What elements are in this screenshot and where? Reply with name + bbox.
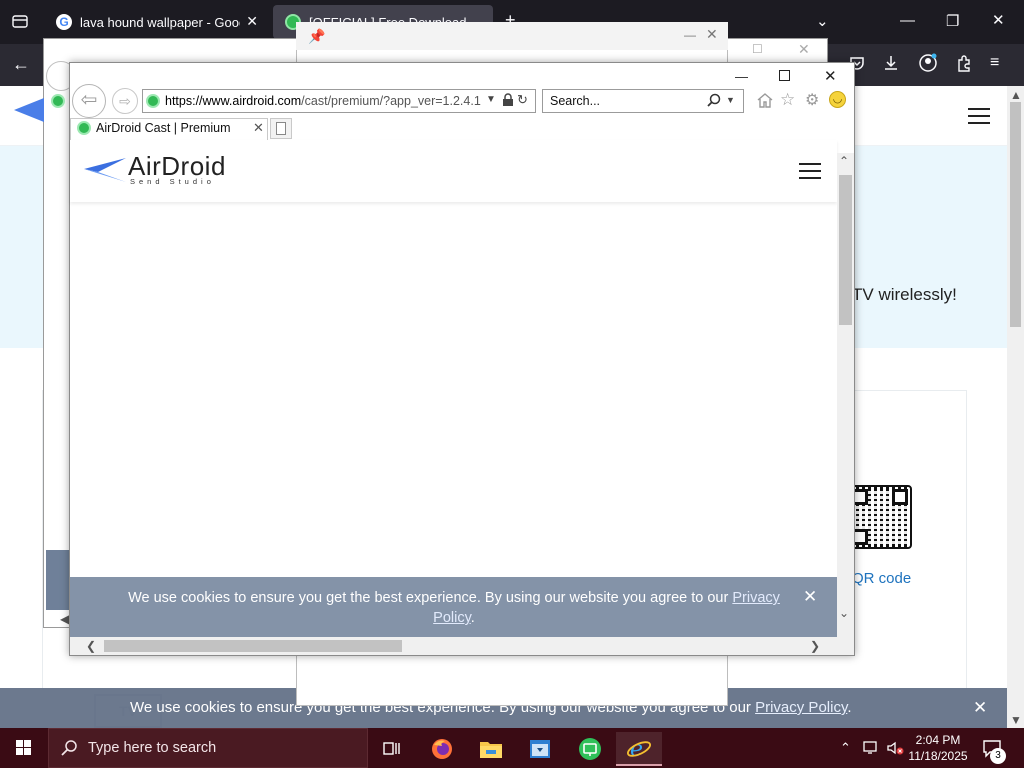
scroll-up-icon[interactable]: ▲ [1010,88,1022,102]
cookie-text: We use cookies to ensure you get the bes… [128,590,780,626]
maximize-icon: ☐ [752,42,763,56]
scroll-down-icon[interactable]: ⌄ [839,606,849,620]
airdroid-logo-icon[interactable] [84,156,126,184]
file-explorer-icon[interactable] [471,732,511,766]
forward-button[interactable]: ⇨ [112,88,138,114]
tab-list-icon[interactable] [10,12,30,32]
qr-code-label[interactable]: QR code [852,570,911,587]
minimize-icon[interactable]: — [735,69,748,84]
minimize-icon[interactable]: — [900,12,915,29]
privacy-link[interactable]: Privacy [732,590,780,606]
close-tab-icon[interactable]: ✕ [253,120,264,136]
chevron-down-icon[interactable]: ⌄ [816,12,829,30]
menu-icon[interactable]: ≡ [990,54,999,72]
close-tab-icon[interactable]: ✕ [246,13,258,30]
search-placeholder[interactable]: Search... [550,94,600,108]
internet-explorer-icon[interactable]: e [616,732,662,766]
airdroid-logo-icon [14,98,44,122]
scroll-up-icon[interactable]: ⌃ [839,154,849,168]
app-window-icon[interactable] [520,732,560,766]
google-icon: G [56,14,72,30]
popup-titlebar [296,22,728,50]
scrollbar-corner [837,623,854,655]
cookie-close-icon[interactable]: ✕ [973,698,987,718]
scrollbar-thumb[interactable] [1010,102,1021,327]
page-content [70,140,837,637]
volume-muted-icon[interactable] [886,740,906,756]
clock[interactable]: 2:04 PM 11/18/2025 [906,732,970,764]
close-icon: ✕ [798,41,810,57]
restore-icon[interactable]: ❐ [946,12,959,30]
address-dropdown-icon[interactable]: ▼ [486,94,496,105]
qr-code-icon [848,485,912,549]
airdroid-cast-icon[interactable] [570,732,610,766]
close-icon[interactable]: ✕ [706,26,718,43]
maximize-icon[interactable] [779,70,790,81]
refresh-icon[interactable]: ↻ [517,92,528,108]
start-button[interactable] [0,728,48,768]
firefox-icon[interactable] [422,732,462,766]
extensions-icon[interactable] [955,54,973,72]
clock-date: 11/18/2025 [908,749,968,763]
account-icon[interactable] [918,53,938,73]
site-favicon-icon [146,94,160,108]
feedback-smiley-icon[interactable]: ◡ [829,91,846,108]
download-icon[interactable] [882,54,900,72]
hamburger-menu-icon[interactable] [799,163,821,179]
search-icon [60,739,78,757]
search-icon[interactable] [707,93,721,107]
vertical-scroll-thumb[interactable] [839,175,852,325]
new-tab-button[interactable] [270,118,292,139]
back-button[interactable]: ⇦ [72,84,106,118]
task-view-icon[interactable] [372,732,412,766]
network-icon[interactable] [862,740,880,756]
privacy-policy-link[interactable]: Privacy Policy [755,699,847,716]
search-dropdown-icon[interactable]: ▼ [726,95,735,105]
minimize-icon[interactable]: — [684,28,696,42]
tab-title[interactable]: AirDroid Cast | Premium [96,121,231,135]
policy-link[interactable]: Policy [433,610,471,626]
lock-icon[interactable] [502,93,514,107]
close-window-icon[interactable]: ✕ [992,11,1005,29]
pin-icon[interactable]: 📌 [308,28,325,45]
scroll-down-icon[interactable]: ▼ [1010,713,1022,727]
cookie-banner-edge [46,550,70,610]
hamburger-menu-icon[interactable] [968,108,990,124]
back-icon[interactable]: ← [12,54,30,75]
hero-text: TV wirelessly! [852,285,957,304]
airdroid-icon [51,94,65,108]
scroll-left-icon: ◀ [60,612,70,626]
airdroid-icon [77,121,91,135]
horizontal-scroll-thumb[interactable] [104,640,402,652]
home-icon[interactable] [756,91,774,109]
cookie-close-icon[interactable]: ✕ [803,587,817,607]
favorites-star-icon[interactable]: ☆ [780,90,795,110]
close-window-icon[interactable]: ✕ [824,67,837,85]
taskbar-search-placeholder[interactable]: Type here to search [88,740,216,756]
address-text[interactable]: https://www.airdroid.com/cast/premium/?a… [165,94,481,108]
tab-google[interactable]: G lava hound wallpaper - Google ✕ [44,5,268,39]
scroll-right-icon[interactable]: ❯ [810,639,820,653]
notification-badge: 3 [990,748,1006,764]
show-hidden-icons[interactable]: ⌃ [840,740,851,756]
scroll-left-icon[interactable]: ❮ [86,639,96,653]
clock-time: 2:04 PM [915,733,961,747]
tab-title: lava hound wallpaper - Google [80,14,240,30]
settings-gear-icon[interactable]: ⚙ [805,90,819,110]
brand-tagline: Send Studio [130,177,215,186]
